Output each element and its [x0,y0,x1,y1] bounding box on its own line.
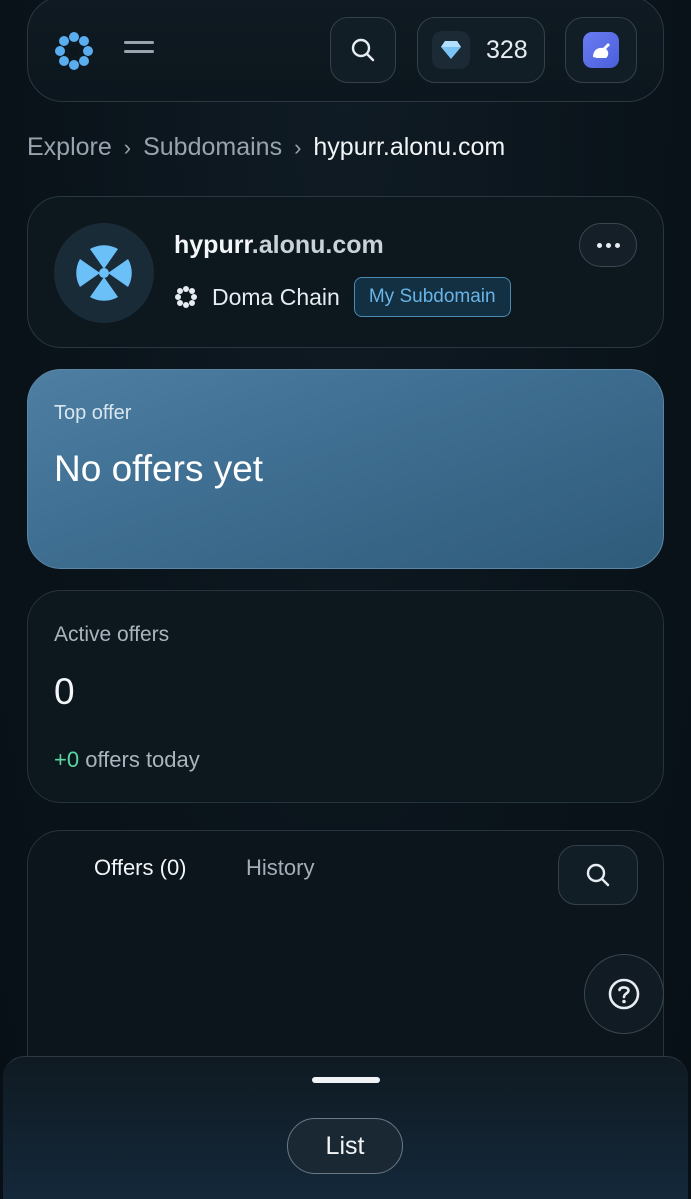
my-subdomain-badge: My Subdomain [353,277,511,317]
search-icon [586,863,610,887]
offers-today: +0 offers today [54,747,200,773]
top-offer-value: No offers yet [54,448,264,489]
chain-label: Doma Chain [212,283,340,310]
chevron-right-icon: › [123,134,132,160]
domain-name: hypurr.alonu.com [174,231,384,260]
tab-history[interactable]: History [246,855,314,881]
domain-card: hypurr.alonu.com Doma Chain My Subdomain [27,196,664,348]
search-icon [351,38,375,62]
chain-row: Doma Chain My Subdomain [174,277,511,317]
domain-name-prefix: hypurr [174,231,252,259]
active-offers-count: 0 [54,671,75,712]
active-offers-label: Active offers [54,623,170,646]
list-button[interactable]: List [287,1118,403,1174]
chevron-right-icon: › [294,134,302,160]
more-dots-icon [596,242,602,248]
search-button[interactable] [330,17,396,83]
gem-count: 328 [486,35,528,64]
breadcrumb-explore[interactable]: Explore [27,133,112,162]
active-offers-card: Active offers 0 +0 offers today [27,590,664,803]
menu-icon[interactable] [124,41,154,59]
top-offer-card: Top offer No offers yet [27,369,664,569]
offers-today-delta: +0 [54,747,80,772]
more-options-button[interactable] [579,223,637,267]
tab-offers[interactable]: Offers (0) [94,855,187,881]
gem-icon [432,31,470,69]
help-icon [608,978,640,1010]
breadcrumb-subdomains[interactable]: Subdomains [143,133,282,162]
breadcrumb: Explore › Subdomains › hypurr.alonu.com [27,133,505,162]
bottom-sheet: List [3,1056,688,1199]
gem-balance-button[interactable]: 328 [417,17,545,83]
help-button[interactable] [584,954,664,1034]
top-bar: 328 [27,0,664,102]
avatar-button[interactable] [565,17,637,83]
offers-today-text: offers today [79,747,200,772]
domain-name-suffix: .alonu.com [251,231,384,259]
offers-search-button[interactable] [558,845,638,905]
domain-logo-icon [76,245,132,301]
avatar [583,32,619,68]
domain-avatar [54,223,154,323]
breadcrumb-current: hypurr.alonu.com [313,133,506,161]
top-offer-label: Top offer [54,402,132,424]
sheet-drag-handle[interactable] [312,1077,380,1083]
doma-chain-icon [175,286,197,308]
logo-icon[interactable] [54,31,94,71]
